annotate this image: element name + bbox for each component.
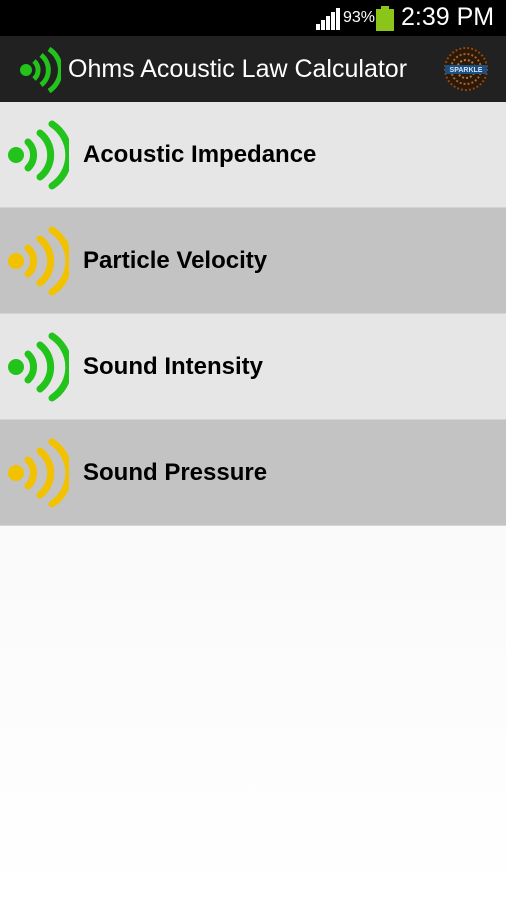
list-item-sound-pressure[interactable]: Sound Pressure — [0, 420, 506, 526]
calculator-list: Acoustic Impedance Particle Velocity Sou… — [0, 102, 506, 526]
signal-icon — [316, 8, 340, 30]
list-item-acoustic-impedance[interactable]: Acoustic Impedance — [0, 102, 506, 208]
sound-wave-yellow-icon — [8, 226, 69, 296]
sound-wave-green-icon — [8, 332, 69, 402]
battery-icon — [376, 6, 394, 31]
brand-logo-text: SPARKLE — [450, 67, 483, 74]
app-title: Ohms Acoustic Law Calculator — [68, 55, 408, 83]
action-bar: Ohms Acoustic Law Calculator SPARKLE — [0, 36, 506, 102]
list-item-sound-intensity[interactable]: Sound Intensity — [0, 314, 506, 420]
sound-wave-yellow-icon — [8, 438, 69, 508]
sound-wave-green-icon — [8, 120, 69, 190]
battery-percent: 93% — [343, 9, 376, 26]
list-item-label: Particle Velocity — [83, 247, 268, 274]
list-item-particle-velocity[interactable]: Particle Velocity — [0, 208, 506, 314]
clock: 2:39 PM — [401, 3, 495, 31]
list-item-label: Sound Intensity — [83, 353, 263, 380]
status-bar: 93% 2:39 PM — [0, 0, 506, 36]
sound-wave-icon — [20, 46, 61, 94]
list-item-label: Sound Pressure — [83, 459, 268, 486]
sparkle-logo-icon[interactable]: SPARKLE — [443, 46, 489, 92]
list-item-label: Acoustic Impedance — [83, 141, 317, 168]
